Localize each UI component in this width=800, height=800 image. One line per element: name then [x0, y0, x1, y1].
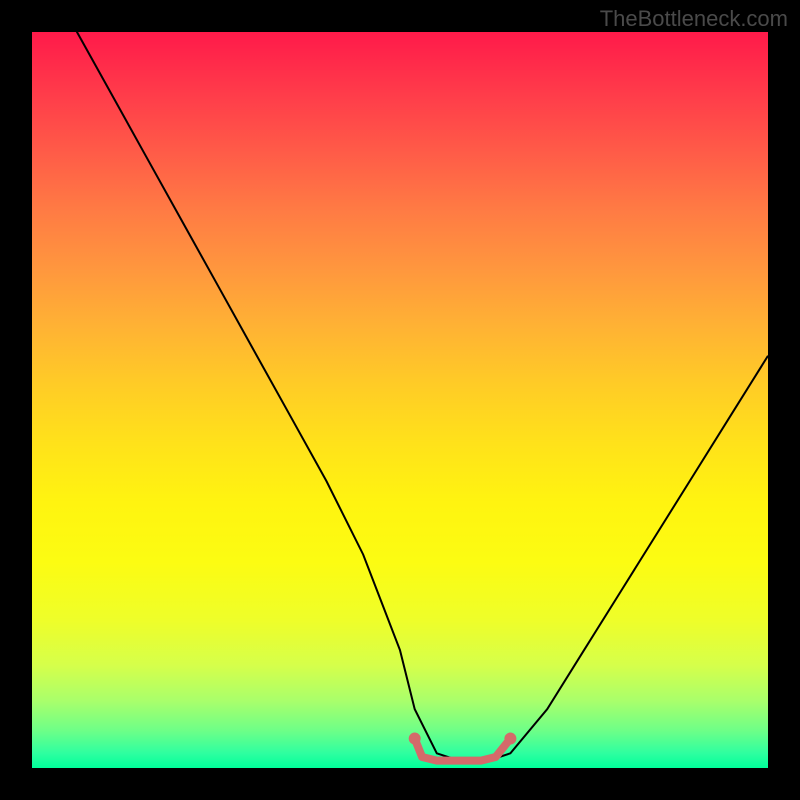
watermark-text: TheBottleneck.com — [600, 6, 788, 32]
plot-area — [32, 32, 768, 768]
valley-dot-right — [504, 733, 516, 745]
valley-dot-left — [409, 733, 421, 745]
chart-svg — [32, 32, 768, 768]
valley-highlight-path — [415, 739, 511, 761]
curve-path — [32, 32, 768, 761]
